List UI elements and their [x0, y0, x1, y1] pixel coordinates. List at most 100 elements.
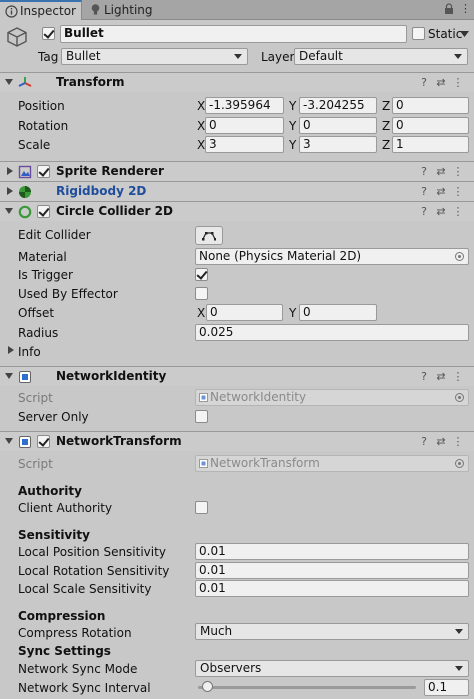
- presets-icon[interactable]: ⇄: [435, 185, 447, 199]
- script-icon: [199, 393, 208, 402]
- presets-icon[interactable]: ⇄: [435, 205, 447, 219]
- kebab-menu-icon[interactable]: ⋮: [452, 185, 464, 199]
- local-rotation-sensitivity-field[interactable]: 0.01: [195, 562, 469, 579]
- local-position-sensitivity-field[interactable]: 0.01: [195, 543, 469, 560]
- sprite-renderer-title: Sprite Renderer: [56, 164, 164, 178]
- network-transform-header[interactable]: NetworkTransform ? ⇄ ⋮: [0, 431, 474, 451]
- transform-title: Transform: [56, 75, 125, 89]
- gameobject-name-field[interactable]: Bullet: [60, 25, 407, 43]
- kebab-menu-icon[interactable]: ⋮: [452, 205, 464, 219]
- static-checkbox[interactable]: [412, 27, 425, 40]
- scale-z-axis-label[interactable]: Z: [382, 138, 390, 152]
- offset-y-field[interactable]: 0: [299, 304, 377, 321]
- material-field[interactable]: None (Physics Material 2D): [195, 248, 469, 265]
- component-header-icons: ? ⇄ ⋮: [418, 185, 466, 199]
- rotation-x-field[interactable]: 0: [205, 117, 284, 134]
- tab-inspector[interactable]: Inspector: [0, 0, 82, 20]
- sprite-renderer-header[interactable]: Sprite Renderer ? ⇄ ⋮: [0, 161, 474, 181]
- static-dropdown-icon[interactable]: [460, 31, 469, 37]
- radius-field[interactable]: 0.025: [195, 324, 469, 341]
- presets-icon[interactable]: ⇄: [435, 435, 447, 449]
- client-authority-label: Client Authority: [18, 501, 113, 515]
- rotation-z-field[interactable]: 0: [392, 117, 469, 134]
- presets-icon[interactable]: ⇄: [435, 76, 447, 90]
- gameobject-active-checkbox[interactable]: [42, 27, 55, 40]
- local-position-sensitivity-label: Local Position Sensitivity: [18, 545, 166, 559]
- help-icon[interactable]: ?: [418, 435, 430, 449]
- help-icon[interactable]: ?: [418, 370, 430, 384]
- local-scale-sensitivity-field[interactable]: 0.01: [195, 580, 469, 597]
- info-foldout-label[interactable]: Info: [18, 345, 41, 359]
- client-authority-checkbox[interactable]: [195, 501, 208, 514]
- transform-header[interactable]: Transform ? ⇄ ⋮: [0, 72, 474, 92]
- offset-y-axis-label[interactable]: Y: [289, 306, 296, 320]
- help-icon[interactable]: ?: [418, 76, 430, 90]
- fold-closed-icon[interactable]: [8, 346, 14, 354]
- network-identity-script-field: NetworkIdentity: [195, 389, 469, 406]
- position-z-axis-label[interactable]: Z: [382, 99, 390, 113]
- rotation-y-axis-label[interactable]: Y: [289, 119, 296, 133]
- fold-open-icon[interactable]: [5, 373, 13, 379]
- compress-rotation-dropdown[interactable]: Much: [195, 623, 469, 640]
- offset-x-field[interactable]: 0: [206, 304, 283, 321]
- layer-dropdown[interactable]: Default: [294, 48, 468, 65]
- circle-collider-2d-header[interactable]: Circle Collider 2D ? ⇄ ⋮: [0, 201, 474, 221]
- network-sync-mode-dropdown[interactable]: Observers: [195, 660, 469, 677]
- is-trigger-checkbox[interactable]: [195, 268, 208, 281]
- scale-x-axis-label[interactable]: X: [197, 138, 205, 152]
- used-by-effector-checkbox[interactable]: [195, 287, 208, 300]
- rotation-y-field[interactable]: 0: [299, 117, 377, 134]
- fold-open-icon[interactable]: [5, 208, 13, 214]
- offset-x-axis-label[interactable]: X: [197, 306, 205, 320]
- kebab-menu-icon[interactable]: ⋮: [452, 435, 464, 449]
- info-icon: [5, 5, 18, 18]
- network-sync-interval-slider-track[interactable]: [198, 686, 416, 689]
- scale-y-field[interactable]: 3: [299, 136, 377, 153]
- edit-shape-icon: [202, 232, 216, 241]
- scale-label: Scale: [18, 138, 51, 152]
- kebab-menu-icon[interactable]: ⋮: [452, 370, 464, 384]
- object-picker-icon[interactable]: [455, 252, 464, 261]
- kebab-menu-icon[interactable]: ⋮: [452, 165, 464, 179]
- network-transform-enabled-checkbox[interactable]: [37, 435, 50, 448]
- component-header-icons: ? ⇄ ⋮: [418, 435, 466, 449]
- network-transform-script-value: NetworkTransform: [210, 456, 320, 470]
- network-sync-interval-slider-handle[interactable]: [201, 681, 213, 692]
- edit-collider-button[interactable]: [195, 226, 223, 245]
- fold-closed-icon[interactable]: [7, 167, 13, 175]
- compress-rotation-label: Compress Rotation: [18, 626, 132, 640]
- position-x-axis-label[interactable]: X: [197, 99, 205, 113]
- scale-x-field[interactable]: 3: [205, 136, 284, 153]
- fold-open-icon[interactable]: [5, 438, 13, 444]
- network-sync-interval-field[interactable]: 0.1: [424, 679, 469, 696]
- help-icon[interactable]: ?: [418, 165, 430, 179]
- position-z-field[interactable]: 0: [392, 97, 469, 114]
- rigidbody-2d-header[interactable]: Rigidbody 2D ? ⇄ ⋮: [0, 181, 474, 201]
- tag-dropdown[interactable]: Bullet: [61, 48, 248, 65]
- sprite-renderer-enabled-checkbox[interactable]: [37, 165, 50, 178]
- help-icon[interactable]: ?: [418, 205, 430, 219]
- tab-lighting[interactable]: Lighting: [84, 0, 164, 20]
- fold-closed-icon[interactable]: [7, 187, 13, 195]
- lock-icon[interactable]: [444, 3, 454, 15]
- help-icon[interactable]: ?: [418, 185, 430, 199]
- presets-icon[interactable]: ⇄: [435, 165, 447, 179]
- position-y-axis-label[interactable]: Y: [289, 99, 296, 113]
- rotation-z-axis-label[interactable]: Z: [382, 119, 390, 133]
- circle-collider-enabled-checkbox[interactable]: [37, 205, 50, 218]
- network-identity-header[interactable]: NetworkIdentity ? ⇄ ⋮: [0, 366, 474, 386]
- component-header-icons: ? ⇄ ⋮: [418, 165, 466, 179]
- fold-open-icon[interactable]: [5, 79, 13, 85]
- server-only-checkbox[interactable]: [195, 410, 208, 423]
- scale-z-field[interactable]: 1: [392, 136, 469, 153]
- presets-icon[interactable]: ⇄: [435, 370, 447, 384]
- position-x-field[interactable]: -1.395964: [205, 97, 284, 114]
- local-rotation-sensitivity-label: Local Rotation Sensitivity: [18, 564, 170, 578]
- network-sync-mode-value: Observers: [200, 661, 262, 675]
- kebab-menu-icon[interactable]: ⋮: [452, 76, 464, 90]
- rotation-x-axis-label[interactable]: X: [197, 119, 205, 133]
- layer-label: Layer: [261, 50, 295, 64]
- position-y-field[interactable]: -3.204255: [299, 97, 377, 114]
- tab-menu-icon[interactable]: ⋮: [460, 2, 471, 16]
- scale-y-axis-label[interactable]: Y: [289, 138, 296, 152]
